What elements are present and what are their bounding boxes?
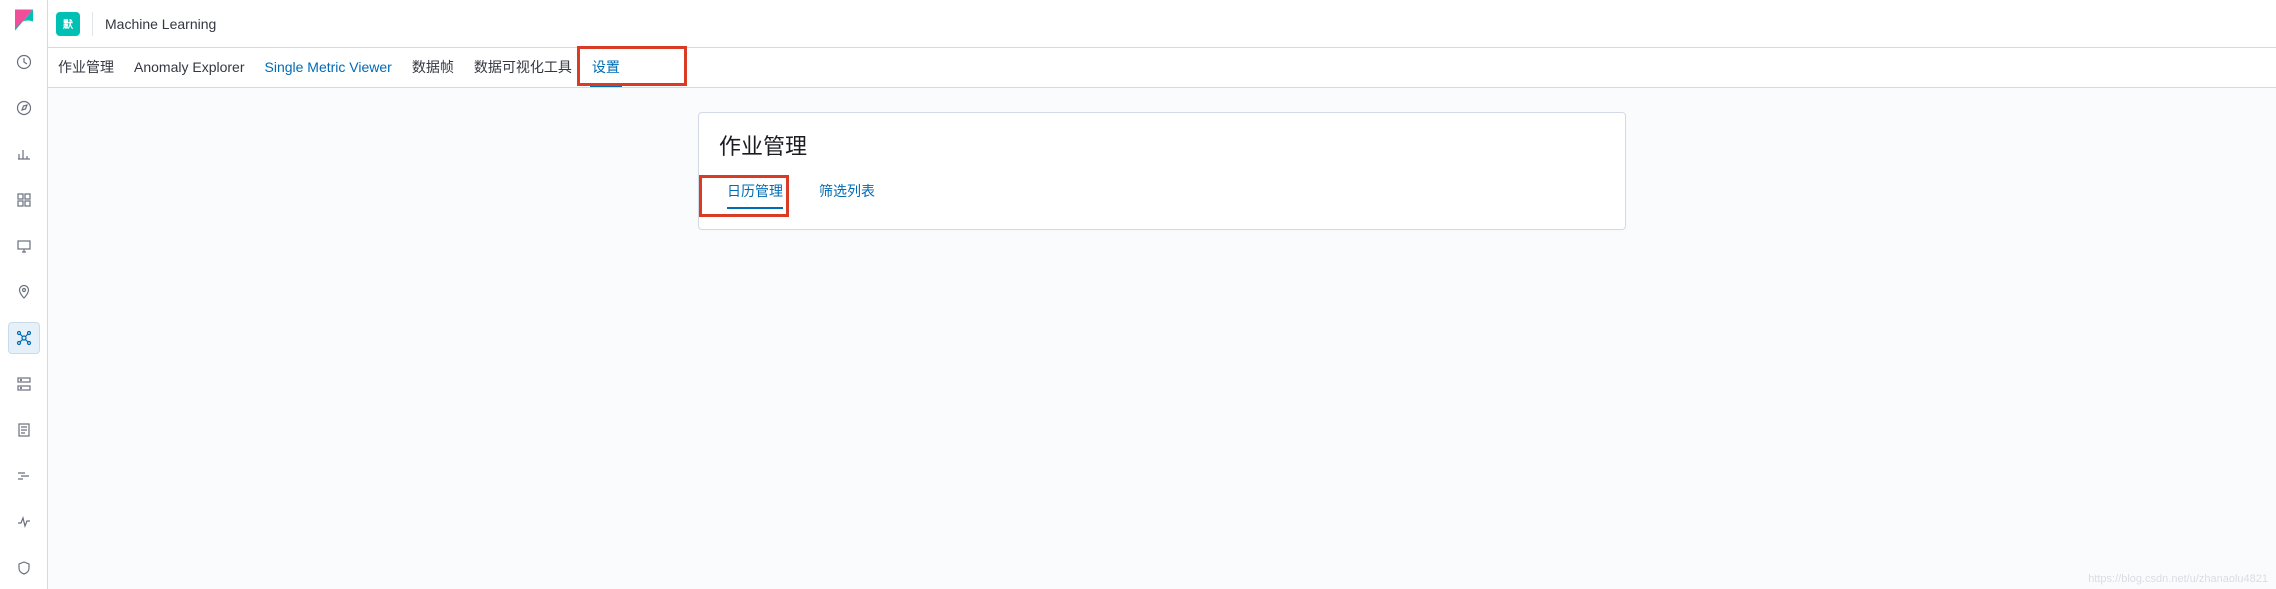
recent-icon[interactable] [8,46,40,78]
tab-single-metric-viewer[interactable]: Single Metric Viewer [263,48,394,87]
space-badge[interactable]: 默 [56,12,80,36]
canvas-icon[interactable] [8,230,40,262]
card-tab-bar: 日历管理 筛选列表 [719,181,1605,209]
apm-icon[interactable] [8,460,40,492]
siem-icon[interactable] [8,552,40,584]
tab-anomaly-explorer[interactable]: Anomaly Explorer [132,48,247,87]
infra-icon[interactable] [8,368,40,400]
tab-data-visualizer[interactable]: 数据可视化工具 [472,48,574,87]
ml-tab-bar: 作业管理 Anomaly Explorer Single Metric View… [48,48,2276,88]
main-area: 默 Machine Learning 作业管理 Anomaly Explorer… [48,0,2276,589]
logs-icon[interactable] [8,414,40,446]
tab-data-frames[interactable]: 数据帧 [410,48,456,87]
visualize-icon[interactable] [8,138,40,170]
card-title: 作业管理 [719,129,1605,161]
app-sidebar [0,0,48,589]
page-content: 作业管理 日历管理 筛选列表 [48,88,2276,589]
kibana-logo-icon[interactable] [12,8,36,32]
top-breadcrumb-bar: 默 Machine Learning [48,0,2276,48]
tab-job-management[interactable]: 作业管理 [56,48,116,87]
breadcrumb-title[interactable]: Machine Learning [92,12,216,36]
maps-icon[interactable] [8,276,40,308]
uptime-icon[interactable] [8,506,40,538]
discover-icon[interactable] [8,92,40,124]
card-tab-filter-list[interactable]: 筛选列表 [819,181,875,209]
card-tab-calendar[interactable]: 日历管理 [727,181,783,209]
tab-settings[interactable]: 设置 [590,48,622,87]
dashboard-icon[interactable] [8,184,40,216]
ml-icon[interactable] [8,322,40,354]
watermark-text: https://blog.csdn.net/u/zhanaolu4821 [2088,573,2268,585]
settings-card: 作业管理 日历管理 筛选列表 [698,112,1626,230]
